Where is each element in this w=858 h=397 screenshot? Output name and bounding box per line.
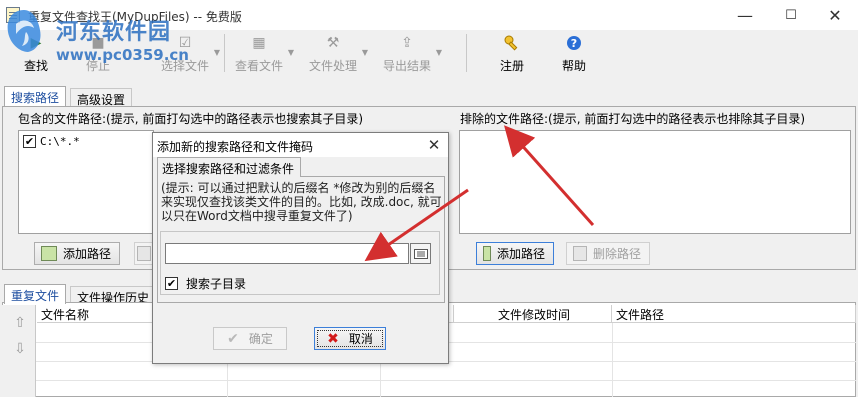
dialog-title-bar: 添加新的搜索路径和文件掩码 ✕ (153, 133, 448, 157)
arrow-down-icon[interactable]: ⇩ (12, 341, 28, 357)
chevron-down-icon: ▼ (287, 48, 294, 57)
ok-button[interactable]: ✔ 确定 (213, 327, 287, 350)
watermark-title: 河东软件园 (56, 20, 172, 45)
results-side-strip: ⇧ ⇩ (2, 305, 36, 397)
close-button[interactable]: ✕ (812, 0, 858, 30)
export-button[interactable]: ⇪ 导出结果 ▼ (382, 34, 442, 76)
tab-search-path-filter[interactable]: 选择搜索路径和过滤条件 (157, 157, 302, 177)
cancel-button[interactable]: ✖ 取消 (314, 327, 386, 350)
ok-label: 确定 (248, 332, 273, 346)
delete-include-path-button[interactable] (134, 242, 154, 265)
minimize-button[interactable]: — (722, 0, 768, 30)
file-process-label: 文件处理 (308, 59, 357, 73)
folder-add-icon (41, 246, 57, 261)
chevron-down-icon: ▼ (213, 48, 220, 57)
browse-folder-button[interactable] (410, 243, 431, 264)
folder-browse-icon (413, 248, 428, 259)
watermark-url: www.pc0359.cn (56, 46, 189, 64)
include-subdirs-label: 搜索子目录 (186, 277, 247, 291)
delete-path-label: 删除路径 (592, 247, 641, 261)
export-label: 导出结果 (382, 59, 431, 73)
dialog-hint-text: (提示: 可以通过把默认的后缀名 *修改为别的后缀名来实现仅查找该类文件的目的。… (161, 181, 442, 223)
grid-icon: ▦ (252, 35, 266, 51)
checkmark-icon: ✔ (227, 330, 239, 347)
cancel-label: 取消 (348, 332, 373, 346)
dialog-close-button[interactable]: ✕ (423, 134, 445, 156)
tab-advanced-settings[interactable]: 高级设置 (70, 88, 133, 107)
dialog-title: 添加新的搜索路径和文件掩码 (157, 140, 314, 154)
help-label: 帮助 (561, 59, 586, 73)
add-path-label: 添加路径 (496, 247, 545, 261)
view-files-label: 查看文件 (234, 59, 283, 73)
toolbar-separator (466, 34, 467, 72)
help-button[interactable]: ? 帮助 (558, 34, 590, 76)
column-header-path[interactable]: 文件路径 (612, 305, 856, 323)
find-label: 查找 (23, 59, 48, 73)
file-process-button[interactable]: ⚒ 文件处理 ▼ (308, 34, 368, 76)
tools-icon: ⚒ (326, 35, 340, 51)
include-paths-list[interactable]: ✔ C:\*.* (18, 130, 154, 234)
add-path-dialog: 添加新的搜索路径和文件掩码 ✕ 选择搜索路径和过滤条件 (提示: 可以通过把默认… (152, 132, 449, 364)
checkbox[interactable]: ✔ (23, 135, 36, 148)
delete-exclude-path-button[interactable]: 删除路径 (566, 242, 650, 265)
help-icon: ? (565, 34, 583, 52)
chevron-down-icon: ▼ (435, 48, 442, 57)
toolbar-separator (224, 34, 225, 72)
column-gridline (612, 323, 613, 397)
add-path-label: 添加路径 (62, 247, 111, 261)
chevron-down-icon: ▼ (361, 48, 368, 57)
add-exclude-path-button[interactable]: 添加路径 (476, 242, 554, 265)
cancel-x-icon: ✖ (327, 330, 339, 347)
path-text: C:\*.* (40, 135, 80, 148)
register-label: 注册 (499, 59, 524, 73)
tab-duplicate-files[interactable]: 重复文件 (4, 284, 67, 304)
watermark-logo (2, 6, 46, 56)
svg-text:?: ? (571, 37, 577, 50)
arrow-up-icon[interactable]: ⇧ (12, 315, 28, 331)
include-paths-label: 包含的文件路径:(提示, 前面打勾选中的路径表示也搜索其子目录) (18, 112, 364, 126)
include-subdirs-option[interactable]: ✔ 搜索子目录 (165, 275, 246, 292)
register-button[interactable]: 注册 (496, 34, 528, 76)
include-subdirs-checkbox[interactable]: ✔ (165, 277, 178, 290)
list-item[interactable]: ✔ C:\*.* (23, 135, 80, 148)
folder-add-icon (483, 246, 491, 261)
tab-search-path[interactable]: 搜索路径 (4, 86, 67, 106)
folder-delete-icon (573, 246, 587, 261)
exclude-paths-label: 排除的文件路径:(提示, 前面打勾选中的路径表示也排除其子目录) (460, 112, 806, 126)
exclude-paths-list[interactable] (459, 130, 851, 234)
export-icon: ⇪ (401, 35, 413, 51)
key-icon (503, 34, 521, 52)
column-header-modified[interactable]: 文件修改时间 (454, 305, 612, 323)
row-gridline (36, 380, 856, 381)
maximize-button[interactable]: ☐ (768, 0, 814, 30)
add-include-path-button[interactable]: 添加路径 (34, 242, 120, 265)
search-path-input[interactable] (165, 243, 409, 264)
folder-delete-icon (137, 246, 151, 261)
view-files-button[interactable]: ▦ 查看文件 ▼ (234, 34, 294, 76)
